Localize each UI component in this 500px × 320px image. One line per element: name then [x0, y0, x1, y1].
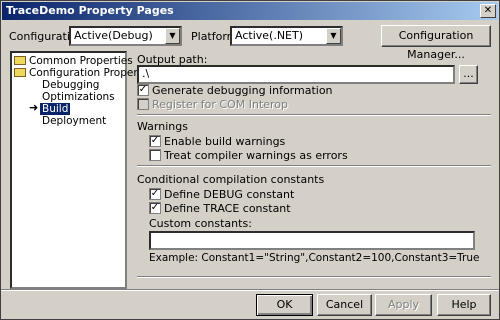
tree-item-label: Build — [40, 103, 71, 115]
treat-warnings-checkbox[interactable] — [149, 149, 161, 161]
tree-item-label: Common Properties — [29, 55, 133, 67]
close-icon: ✕ — [483, 5, 493, 16]
ok-button[interactable]: OK — [256, 294, 313, 316]
tree-item-label: Optimizations — [42, 91, 115, 103]
divider — [137, 114, 491, 116]
bottom-divider — [1, 289, 499, 291]
generate-debug-label: Generate debugging information — [152, 84, 333, 97]
generate-debug-checkbox[interactable]: ✓ — [137, 84, 149, 96]
browse-button[interactable]: ... — [459, 65, 478, 84]
check-icon: ✓ — [150, 188, 160, 199]
property-tree[interactable]: Common Properties Configuration Properti… — [10, 51, 157, 289]
warnings-heading: Warnings — [137, 120, 188, 133]
platform-value: Active(.NET) — [235, 29, 304, 42]
window-title: TraceDemo Property Pages — [6, 4, 174, 17]
enable-warnings-checkbox[interactable]: ✓ — [149, 135, 161, 147]
custom-constants-input[interactable] — [149, 231, 475, 250]
example-text: Example: Constant1="String",Constant2=10… — [149, 252, 480, 264]
cancel-button[interactable]: Cancel — [317, 294, 372, 316]
output-path-value: .\ — [142, 67, 150, 80]
close-button[interactable]: ✕ — [480, 4, 496, 18]
configuration-value: Active(Debug) — [74, 29, 153, 42]
output-path-input[interactable]: .\ — [137, 65, 455, 84]
property-pages-window: TraceDemo Property Pages ✕ Configuration… — [0, 0, 500, 320]
conditional-heading: Conditional compilation constants — [137, 173, 325, 186]
tree-item-deployment[interactable]: Deployment — [42, 115, 106, 128]
apply-button[interactable]: Apply — [375, 294, 432, 316]
tree-item-label: Deployment — [42, 115, 107, 127]
define-debug-checkbox[interactable]: ✓ — [149, 188, 161, 200]
folder-icon — [14, 56, 26, 65]
register-com-label: Register for COM Interop — [152, 98, 289, 111]
register-com-checkbox[interactable] — [137, 98, 149, 110]
define-trace-checkbox[interactable]: ✓ — [149, 202, 161, 214]
define-trace-label: Define TRACE constant — [164, 202, 291, 215]
check-icon: ✓ — [150, 202, 160, 213]
chevron-down-icon[interactable]: ▼ — [326, 28, 341, 44]
title-bar[interactable]: TraceDemo Property Pages ✕ — [2, 2, 498, 20]
custom-constants-label: Custom constants: — [149, 217, 252, 230]
help-button[interactable]: Help — [437, 294, 491, 316]
check-icon: ✓ — [150, 135, 160, 146]
define-debug-label: Define DEBUG constant — [164, 188, 295, 201]
divider — [137, 165, 491, 167]
divider — [137, 276, 491, 278]
enable-warnings-label: Enable build warnings — [164, 135, 286, 148]
configuration-dropdown[interactable]: Active(Debug) ▼ — [69, 26, 182, 46]
open-folder-icon — [14, 68, 26, 77]
treat-warnings-label: Treat compiler warnings as errors — [164, 149, 348, 162]
platform-dropdown[interactable]: Active(.NET) ▼ — [230, 26, 343, 46]
arrow-right-icon: ➜ — [29, 101, 39, 114]
check-icon: ✓ — [138, 84, 148, 95]
tree-item-label: Debugging — [42, 79, 100, 91]
chevron-down-icon[interactable]: ▼ — [165, 28, 180, 44]
configuration-manager-button[interactable]: Configuration Manager... — [381, 25, 491, 61]
